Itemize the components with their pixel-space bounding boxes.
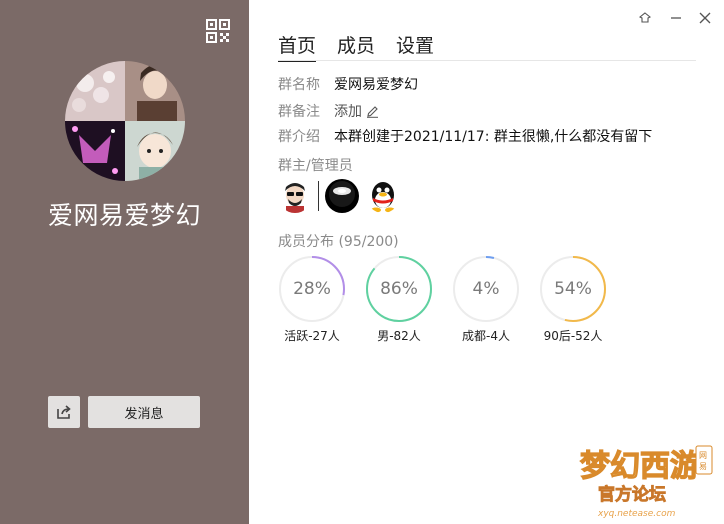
tab-home[interactable]: 首页 bbox=[278, 31, 317, 62]
group-remark-row: 群备注 添加 bbox=[278, 101, 379, 121]
admin-avatar[interactable] bbox=[325, 179, 359, 213]
pin-icon[interactable] bbox=[636, 9, 654, 27]
stat-ring-male[interactable]: 86% bbox=[365, 255, 433, 323]
group-name-key: 群名称 bbox=[278, 77, 320, 93]
owner-avatar[interactable] bbox=[278, 179, 312, 213]
group-name-value: 爱网易爱梦幻 bbox=[334, 77, 418, 93]
minimize-icon[interactable] bbox=[667, 9, 685, 27]
group-intro-row: 群介绍 本群创建于2021/11/17: 群主很懒,什么都没有留下 bbox=[278, 126, 652, 146]
stat-ring-90s[interactable]: 54% bbox=[539, 255, 607, 323]
admins-label: 群主/管理员 bbox=[278, 158, 353, 174]
stat-caption: 男-82人 bbox=[377, 329, 421, 343]
stat-percent: 28% bbox=[293, 279, 331, 299]
stat-ring-active[interactable]: 28% bbox=[278, 255, 346, 323]
stat-caption: 活跃-27人 bbox=[284, 329, 340, 343]
group-remark-key: 群备注 bbox=[278, 104, 320, 120]
add-remark-label: 添加 bbox=[334, 104, 362, 120]
admin-avatar-qq[interactable] bbox=[366, 179, 400, 213]
send-message-button[interactable]: 发消息 bbox=[88, 396, 200, 428]
share-button[interactable] bbox=[48, 396, 80, 428]
svg-text:官方论坛: 官方论坛 bbox=[598, 484, 666, 505]
close-icon[interactable] bbox=[696, 9, 714, 27]
admin-separator bbox=[318, 181, 319, 211]
qr-code-icon[interactable] bbox=[206, 19, 230, 43]
svg-text:梦幻西游: 梦幻西游 bbox=[580, 449, 700, 484]
fantasy-westward-forum-logo: 梦幻西游 网 易 官方论坛 xyq.netease.com bbox=[578, 438, 718, 520]
stat-percent: 4% bbox=[472, 279, 500, 299]
svg-text:网: 网 bbox=[699, 451, 707, 460]
stat-caption: 成都-4人 bbox=[462, 329, 510, 343]
group-intro-key: 群介绍 bbox=[278, 129, 320, 145]
member-distribution-label: 成员分布 (95/200) bbox=[278, 234, 399, 250]
tab-settings[interactable]: 设置 bbox=[396, 31, 434, 62]
tab-bar: 首页 成员 设置 bbox=[278, 31, 455, 62]
add-remark-link[interactable]: 添加 bbox=[334, 101, 379, 121]
stat-ring-chengdu[interactable]: 4% bbox=[452, 255, 520, 323]
tab-members[interactable]: 成员 bbox=[337, 31, 375, 62]
group-avatar[interactable] bbox=[65, 61, 185, 181]
group-intro-value: 本群创建于2021/11/17: 群主很懒,什么都没有留下 bbox=[334, 129, 653, 145]
share-icon bbox=[57, 405, 71, 419]
tab-divider bbox=[278, 60, 696, 61]
group-name-heading: 爱网易爱梦幻 bbox=[47, 201, 201, 230]
svg-text:xyq.netease.com: xyq.netease.com bbox=[597, 509, 676, 519]
svg-text:易: 易 bbox=[699, 462, 707, 471]
stat-percent: 86% bbox=[380, 279, 418, 299]
group-profile-panel: 爱网易爱梦幻 发消息 bbox=[0, 0, 249, 524]
group-name-row: 群名称 爱网易爱梦幻 bbox=[278, 74, 418, 94]
stat-caption: 90后-52人 bbox=[543, 329, 603, 343]
edit-pencil-icon bbox=[367, 105, 378, 118]
stat-percent: 54% bbox=[554, 279, 592, 299]
